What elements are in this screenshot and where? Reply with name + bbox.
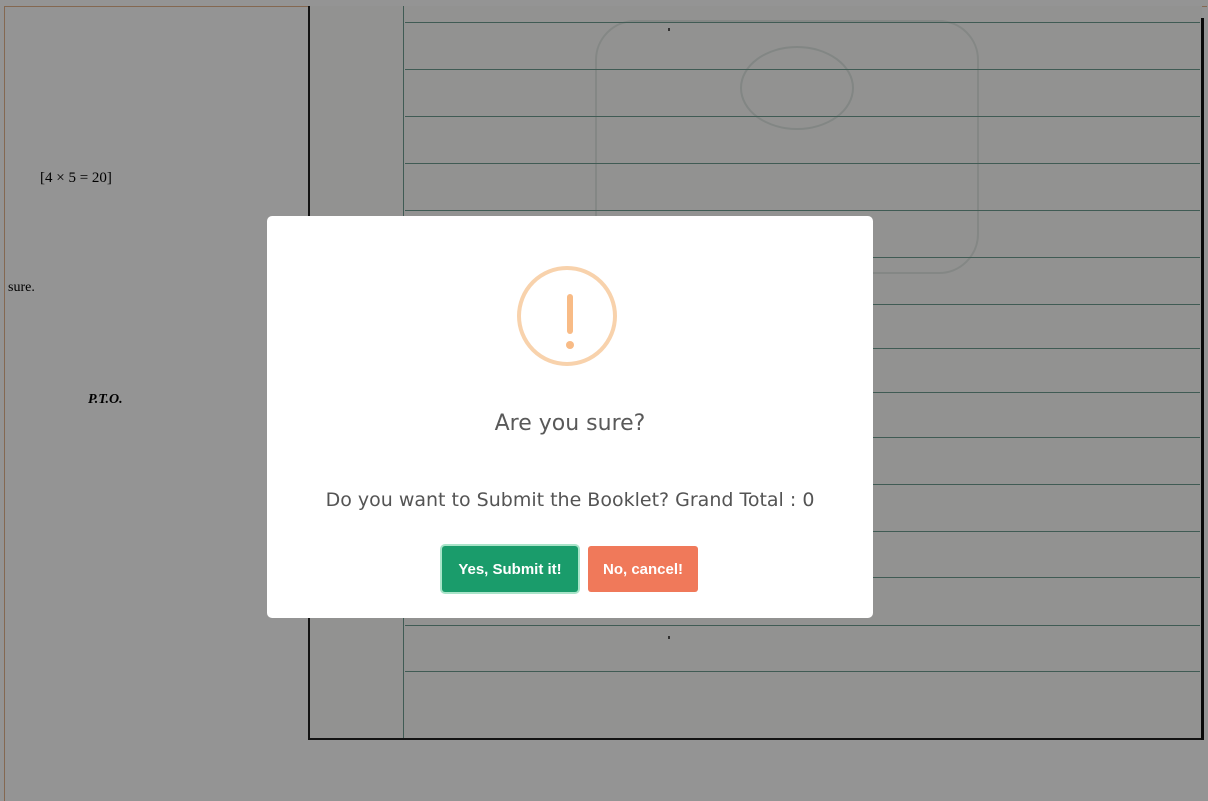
confirm-dialog: Are you sure? Do you want to Submit the …	[267, 216, 873, 618]
dialog-actions: Yes, Submit it! No, cancel!	[267, 546, 873, 592]
warning-icon-bar	[567, 294, 573, 334]
cancel-button[interactable]: No, cancel!	[588, 546, 698, 592]
submit-confirm-button[interactable]: Yes, Submit it!	[442, 546, 578, 592]
dialog-title: Are you sure?	[494, 411, 646, 436]
page-viewport: [4 × 5 = 20] sure. P.T.O. Are you sure? …	[0, 0, 1208, 801]
warning-icon-dot	[566, 341, 574, 349]
warning-icon	[517, 266, 617, 366]
dialog-message: Do you want to Submit the Booklet? Grand…	[325, 489, 815, 511]
